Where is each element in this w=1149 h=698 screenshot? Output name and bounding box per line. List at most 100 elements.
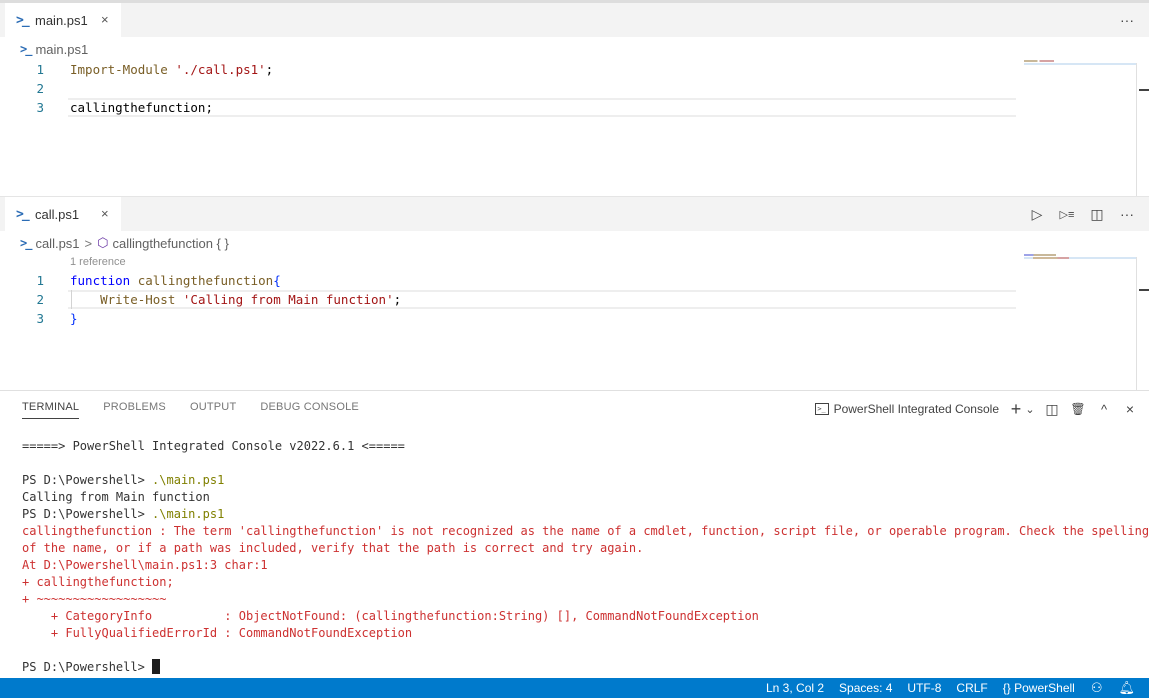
line-number: 1 bbox=[36, 62, 44, 77]
code-line[interactable]: 3 callingthefunction; bbox=[0, 98, 1016, 117]
code-token: function bbox=[70, 273, 138, 288]
line-number: 1 bbox=[36, 273, 44, 288]
breadcrumb-symbol[interactable]: callingthefunction { } bbox=[112, 236, 228, 251]
breadcrumb-file[interactable]: main.ps1 bbox=[35, 42, 88, 57]
code-token: './call.ps1' bbox=[175, 62, 266, 77]
code-token: ; bbox=[393, 292, 402, 307]
minimap-line-highlight bbox=[1024, 257, 1136, 259]
tab-problems[interactable]: PROBLEMS bbox=[103, 401, 166, 419]
editor-group-main: >_ main.ps1 × ··· >_ main.ps1 1 Import-Mo… bbox=[0, 3, 1149, 196]
tab-bar: >_ main.ps1 × ··· bbox=[0, 3, 1149, 37]
code-token: } bbox=[70, 311, 78, 326]
split-editor-icon[interactable]: ◫ bbox=[1087, 204, 1107, 224]
run-selection-icon[interactable]: ▷≡ bbox=[1057, 204, 1077, 224]
tab-label: main.ps1 bbox=[35, 12, 88, 28]
code-token: ; bbox=[265, 62, 274, 77]
close-panel-icon[interactable]: × bbox=[1121, 401, 1139, 417]
editor-actions: ▷ ▷≡ ◫ ··· bbox=[1027, 197, 1137, 231]
terminal-line: + FullyQualifiedErrorId : CommandNotFoun… bbox=[22, 626, 413, 640]
scrollbar-cursor-mark bbox=[1139, 89, 1149, 91]
code-line[interactable]: 1 function callingthefunction{ bbox=[0, 271, 1016, 290]
maximize-panel-icon[interactable]: ^ bbox=[1095, 402, 1113, 417]
terminal-line: + callingthefunction; bbox=[22, 575, 174, 589]
chevron-down-icon[interactable]: ⌄ bbox=[1025, 403, 1035, 416]
more-actions-icon[interactable]: ··· bbox=[1117, 204, 1137, 224]
indentation[interactable]: Spaces: 4 bbox=[839, 681, 892, 695]
line-source: function callingthefunction{ bbox=[70, 271, 281, 290]
more-actions-icon[interactable]: ··· bbox=[1117, 10, 1137, 30]
new-terminal-icon[interactable]: + bbox=[1007, 399, 1025, 420]
powershell-icon: >_ bbox=[20, 236, 33, 250]
braces-icon: {} bbox=[1002, 681, 1011, 695]
code-line[interactable]: 1 Import-Module './call.ps1'; bbox=[0, 60, 1016, 79]
minimap-line bbox=[1024, 60, 1054, 62]
code-token: Import-Module bbox=[70, 62, 176, 77]
feedback-icon[interactable]: ⚇ bbox=[1091, 680, 1103, 696]
code-line[interactable]: 2 Write-Host 'Calling from Main function… bbox=[0, 290, 1016, 309]
bottom-panel: TERMINAL PROBLEMS OUTPUT DEBUG CONSOLE >… bbox=[0, 390, 1149, 678]
line-source: Write-Host 'Calling from Main function'; bbox=[70, 290, 401, 309]
cursor-position[interactable]: Ln 3, Col 2 bbox=[766, 681, 824, 695]
status-bar: Ln 3, Col 2 Spaces: 4 UTF-8 CRLF {} Powe… bbox=[0, 678, 1149, 698]
breadcrumb-file[interactable]: call.ps1 bbox=[35, 236, 79, 251]
terminal-cursor bbox=[152, 659, 161, 674]
language-label: PowerShell bbox=[1014, 681, 1075, 695]
language-mode[interactable]: {} PowerShell bbox=[1003, 681, 1075, 695]
line-source: Import-Module './call.ps1'; bbox=[70, 60, 273, 79]
terminal-selector[interactable]: >_ PowerShell Integrated Console bbox=[814, 402, 999, 416]
editor-group-call: >_ call.ps1 × ▷ ▷≡ ◫ ··· >_ call.ps1 > ⬡… bbox=[0, 196, 1149, 390]
line-number: 3 bbox=[36, 311, 44, 326]
powershell-icon: >_ bbox=[20, 42, 33, 56]
line-source: } bbox=[70, 309, 78, 328]
scrollbar-cursor-mark bbox=[1139, 289, 1149, 291]
notifications-bell-icon[interactable]: 🔔︎ bbox=[1118, 680, 1135, 696]
breadcrumb-separator: > bbox=[84, 235, 93, 251]
encoding[interactable]: UTF-8 bbox=[907, 681, 941, 695]
code-editor[interactable]: 1 reference 1 function callingthefunction… bbox=[0, 254, 1016, 328]
minimap[interactable] bbox=[1024, 60, 1136, 66]
tab-main-ps1[interactable]: >_ main.ps1 × bbox=[5, 3, 121, 37]
split-terminal-icon[interactable]: ◫ bbox=[1043, 401, 1061, 418]
terminal-command: .\main.ps1 bbox=[152, 507, 225, 521]
tab-debug-console[interactable]: DEBUG CONSOLE bbox=[260, 401, 359, 419]
minimap[interactable] bbox=[1024, 254, 1136, 260]
terminal-command: .\main.ps1 bbox=[152, 473, 225, 487]
code-token: { bbox=[273, 273, 281, 288]
scrollbar[interactable] bbox=[1136, 63, 1149, 196]
powershell-icon: >_ bbox=[16, 206, 30, 222]
code-token: Write-Host bbox=[70, 292, 183, 307]
terminal-prompt: PS D:\Powershell> bbox=[22, 473, 153, 487]
code-token: callingthefunction; bbox=[70, 100, 213, 115]
codelens-references[interactable]: 1 reference bbox=[0, 254, 1016, 271]
minimap-line bbox=[1024, 254, 1056, 256]
tab-call-ps1[interactable]: >_ call.ps1 × bbox=[5, 197, 121, 231]
terminal-line: Calling from Main function bbox=[22, 490, 210, 504]
code-line[interactable]: 3} bbox=[0, 309, 1016, 328]
terminal-selector-label: PowerShell Integrated Console bbox=[833, 402, 999, 416]
symbol-function-icon: ⬡ bbox=[97, 235, 109, 250]
line-number: 3 bbox=[36, 100, 44, 115]
line-source: callingthefunction; bbox=[70, 98, 213, 117]
breadcrumb: >_ main.ps1 bbox=[20, 39, 88, 59]
scrollbar[interactable] bbox=[1136, 257, 1149, 390]
code-editor[interactable]: 1 Import-Module './call.ps1'; 2 3 callingthe… bbox=[0, 60, 1016, 117]
terminal-line: + ~~~~~~~~~~~~~~~~~~ bbox=[22, 592, 167, 606]
tab-terminal[interactable]: TERMINAL bbox=[22, 401, 80, 419]
close-icon[interactable]: × bbox=[101, 206, 109, 221]
code-line[interactable]: 2 bbox=[0, 79, 1016, 98]
terminal-line: PS D:\Powershell> .\main.ps1 bbox=[22, 506, 1139, 523]
editor-actions: ··· bbox=[1117, 3, 1137, 37]
tab-label: call.ps1 bbox=[35, 206, 80, 222]
panel-actions: >_ PowerShell Integrated Console + ⌄ ◫ 🗑… bbox=[814, 399, 1139, 420]
terminal-output[interactable]: =====> PowerShell Integrated Console v20… bbox=[22, 438, 1149, 676]
tab-output[interactable]: OUTPUT bbox=[190, 401, 236, 419]
terminal-prompt: PS D:\Powershell> bbox=[22, 507, 153, 521]
trash-icon[interactable]: 🗑 bbox=[1069, 402, 1087, 416]
run-icon[interactable]: ▷ bbox=[1027, 204, 1047, 224]
terminal-line: callingthefunction : The term 'callingth… bbox=[22, 524, 1149, 538]
close-icon[interactable]: × bbox=[101, 12, 109, 27]
powershell-icon: >_ bbox=[16, 12, 30, 28]
terminal-line: PS D:\Powershell> .\main.ps1 bbox=[22, 472, 1139, 489]
line-endings[interactable]: CRLF bbox=[956, 681, 987, 695]
